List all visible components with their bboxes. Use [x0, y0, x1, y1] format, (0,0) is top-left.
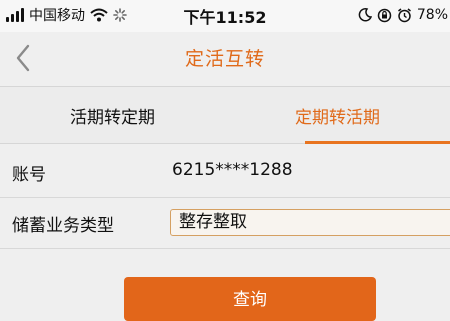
savings-type-select[interactable]: 整存整取	[170, 209, 450, 236]
status-right: 78%	[358, 5, 448, 25]
rotation-lock-icon	[377, 8, 392, 22]
status-bar: 中国移动 下午11:52 78%	[0, 0, 450, 32]
account-row: 账号 6215****1288	[0, 146, 450, 198]
active-tab-indicator	[305, 141, 450, 144]
page-title: 定活互转	[184, 48, 265, 70]
account-value: 6215****1288	[172, 160, 293, 180]
tab-current-to-fixed[interactable]: 活期转定期	[0, 87, 225, 144]
tab-fixed-to-current[interactable]: 定期转活期	[225, 87, 450, 144]
battery-percent: 78%	[416, 7, 448, 23]
account-label: 账号	[12, 165, 46, 185]
tab-bar: 活期转定期 定期转活期	[0, 86, 450, 144]
alarm-icon	[397, 7, 411, 22]
savings-type-label: 储蓄业务类型	[12, 216, 114, 236]
moon-icon	[358, 8, 372, 22]
nav-bar: 定活互转	[0, 32, 450, 84]
query-button[interactable]: 查询	[124, 277, 376, 321]
savings-type-row: 储蓄业务类型 整存整取	[0, 199, 450, 249]
